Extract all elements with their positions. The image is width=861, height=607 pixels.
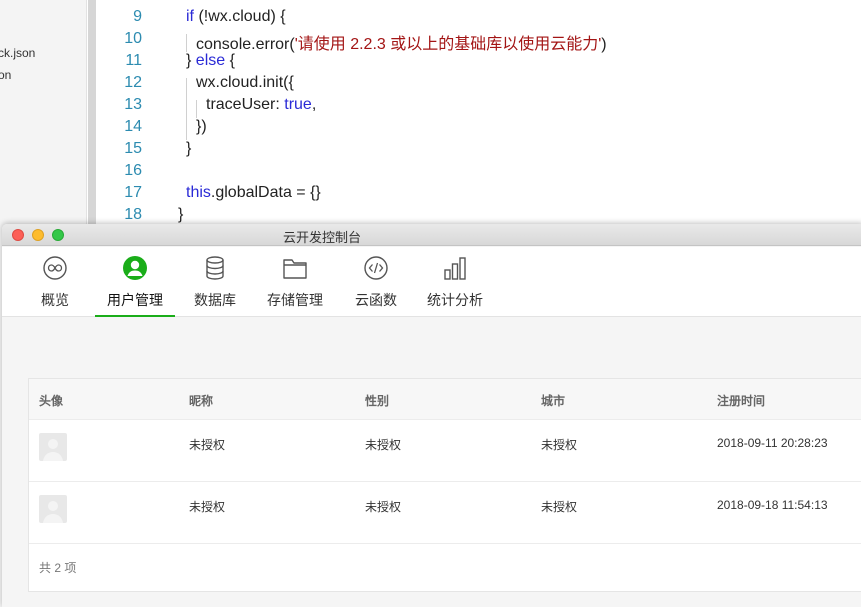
code-text: (!wx.cloud) {: [194, 8, 286, 25]
code-keyword: else: [195, 52, 226, 69]
line-number: 11: [125, 52, 142, 69]
code-keyword: this: [186, 184, 211, 201]
code-line: }: [186, 140, 192, 157]
line-number: 13: [124, 96, 142, 113]
line-number: 17: [124, 184, 142, 201]
tab-statistics[interactable]: 统计分析: [424, 247, 486, 317]
cloud-console-window: 云开发控制台 概览 用户管理 数据库 存储管理 云函数 统计分析 头像 昵称 性…: [2, 224, 861, 607]
tab-label: 数据库: [194, 292, 236, 308]
user-management-icon: [123, 256, 147, 280]
active-tab-indicator: [95, 315, 175, 317]
column-header-registered: 注册时间: [717, 394, 766, 408]
avatar: [39, 433, 67, 461]
close-window-button[interactable]: [12, 229, 24, 241]
cell-registered: 2018-09-18 11:54:13: [717, 498, 828, 512]
column-header-city: 城市: [541, 394, 566, 408]
cell-registered: 2018-09-11 20:28:23: [717, 436, 828, 450]
line-number: 12: [124, 74, 142, 91]
line-number: 14: [124, 118, 142, 135]
line-number: 15: [124, 140, 142, 157]
code-string: '请使用 2.2.3 或以上的基础库以使用云能力': [294, 36, 602, 53]
statistics-icon: [444, 257, 466, 280]
window-titlebar[interactable]: 云开发控制台: [2, 224, 861, 246]
line-number-gutter: 9 10 11 12 13 14 15 16 17 18: [96, 0, 148, 240]
table-row[interactable]: 未授权 未授权 未授权 2018-09-18 11:54:13: [29, 482, 861, 544]
code-text: ): [601, 36, 607, 53]
user-table-card: 头像 昵称 性别 城市 注册时间 未授权 未授权 未授权 2018-09-11 …: [28, 378, 861, 592]
code-text: {: [225, 52, 235, 69]
cloud-function-icon: [364, 256, 388, 280]
code-line: traceUser: true,: [206, 96, 316, 114]
file-tree-item[interactable]: on: [0, 68, 11, 82]
column-header-avatar: 头像: [39, 394, 64, 408]
console-toolbar: 概览 用户管理 数据库 存储管理 云函数 统计分析: [2, 247, 861, 317]
tab-storage[interactable]: 存储管理: [264, 247, 326, 317]
code-text: traceUser:: [206, 96, 285, 113]
tab-label: 存储管理: [267, 292, 323, 308]
database-icon: [206, 256, 224, 280]
tab-overview[interactable]: 概览: [28, 247, 82, 317]
tab-label: 云函数: [355, 292, 397, 308]
tab-user-management[interactable]: 用户管理: [95, 247, 175, 317]
file-tree-item[interactable]: ck.json: [0, 46, 35, 60]
column-header-gender: 性别: [365, 394, 390, 408]
tab-database[interactable]: 数据库: [188, 247, 242, 317]
code-text: ,: [311, 96, 317, 113]
code-line: wx.cloud.init({: [196, 74, 294, 91]
line-number: 16: [124, 162, 142, 179]
editor-scrollbar[interactable]: [88, 0, 96, 240]
default-avatar-icon: [43, 501, 63, 523]
indent-guide: [186, 78, 187, 140]
tab-label: 概览: [41, 292, 69, 308]
code-editor: 9 10 11 12 13 14 15 16 17 18 if (!wx.clo…: [0, 0, 861, 240]
window-title: 云开发控制台: [282, 230, 361, 245]
tab-label: 用户管理: [107, 292, 163, 308]
minimize-window-button[interactable]: [32, 229, 44, 241]
cell-city: 未授权: [541, 500, 578, 514]
cell-nickname: 未授权: [189, 438, 226, 452]
code-keyword: if: [186, 8, 194, 25]
tab-cloud-function[interactable]: 云函数: [349, 247, 403, 317]
default-avatar-icon: [43, 439, 63, 461]
column-header-nickname: 昵称: [189, 394, 214, 408]
cell-nickname: 未授权: [189, 500, 226, 514]
avatar: [39, 495, 67, 523]
code-line: console.error('请使用 2.2.3 或以上的基础库以使用云能力'): [196, 30, 607, 54]
code-text: }: [186, 52, 196, 69]
cell-gender: 未授权: [365, 500, 402, 514]
tab-label: 统计分析: [427, 292, 483, 308]
code-line: this.globalData = {}: [186, 184, 321, 202]
code-line: }): [196, 118, 207, 135]
table-row[interactable]: 未授权 未授权 未授权 2018-09-11 20:28:23: [29, 420, 861, 482]
cell-city: 未授权: [541, 438, 578, 452]
code-line: }: [178, 206, 184, 223]
table-header: 头像 昵称 性别 城市 注册时间: [29, 379, 861, 420]
indent-guide: [186, 34, 187, 52]
indent-guide: [196, 100, 197, 118]
storage-icon: [283, 259, 307, 279]
code-text: .globalData = {}: [210, 184, 321, 201]
code-line: } else {: [186, 52, 235, 70]
line-number: 10: [124, 30, 142, 47]
line-number: 9: [133, 8, 142, 25]
total-count: 共 2 项: [39, 561, 77, 575]
code-keyword: true: [284, 96, 312, 113]
code-text: console.error(: [196, 36, 295, 53]
overview-icon: [43, 256, 67, 280]
code-line: if (!wx.cloud) {: [186, 8, 286, 26]
cell-gender: 未授权: [365, 438, 402, 452]
line-number: 18: [124, 206, 142, 223]
zoom-window-button[interactable]: [52, 229, 64, 241]
